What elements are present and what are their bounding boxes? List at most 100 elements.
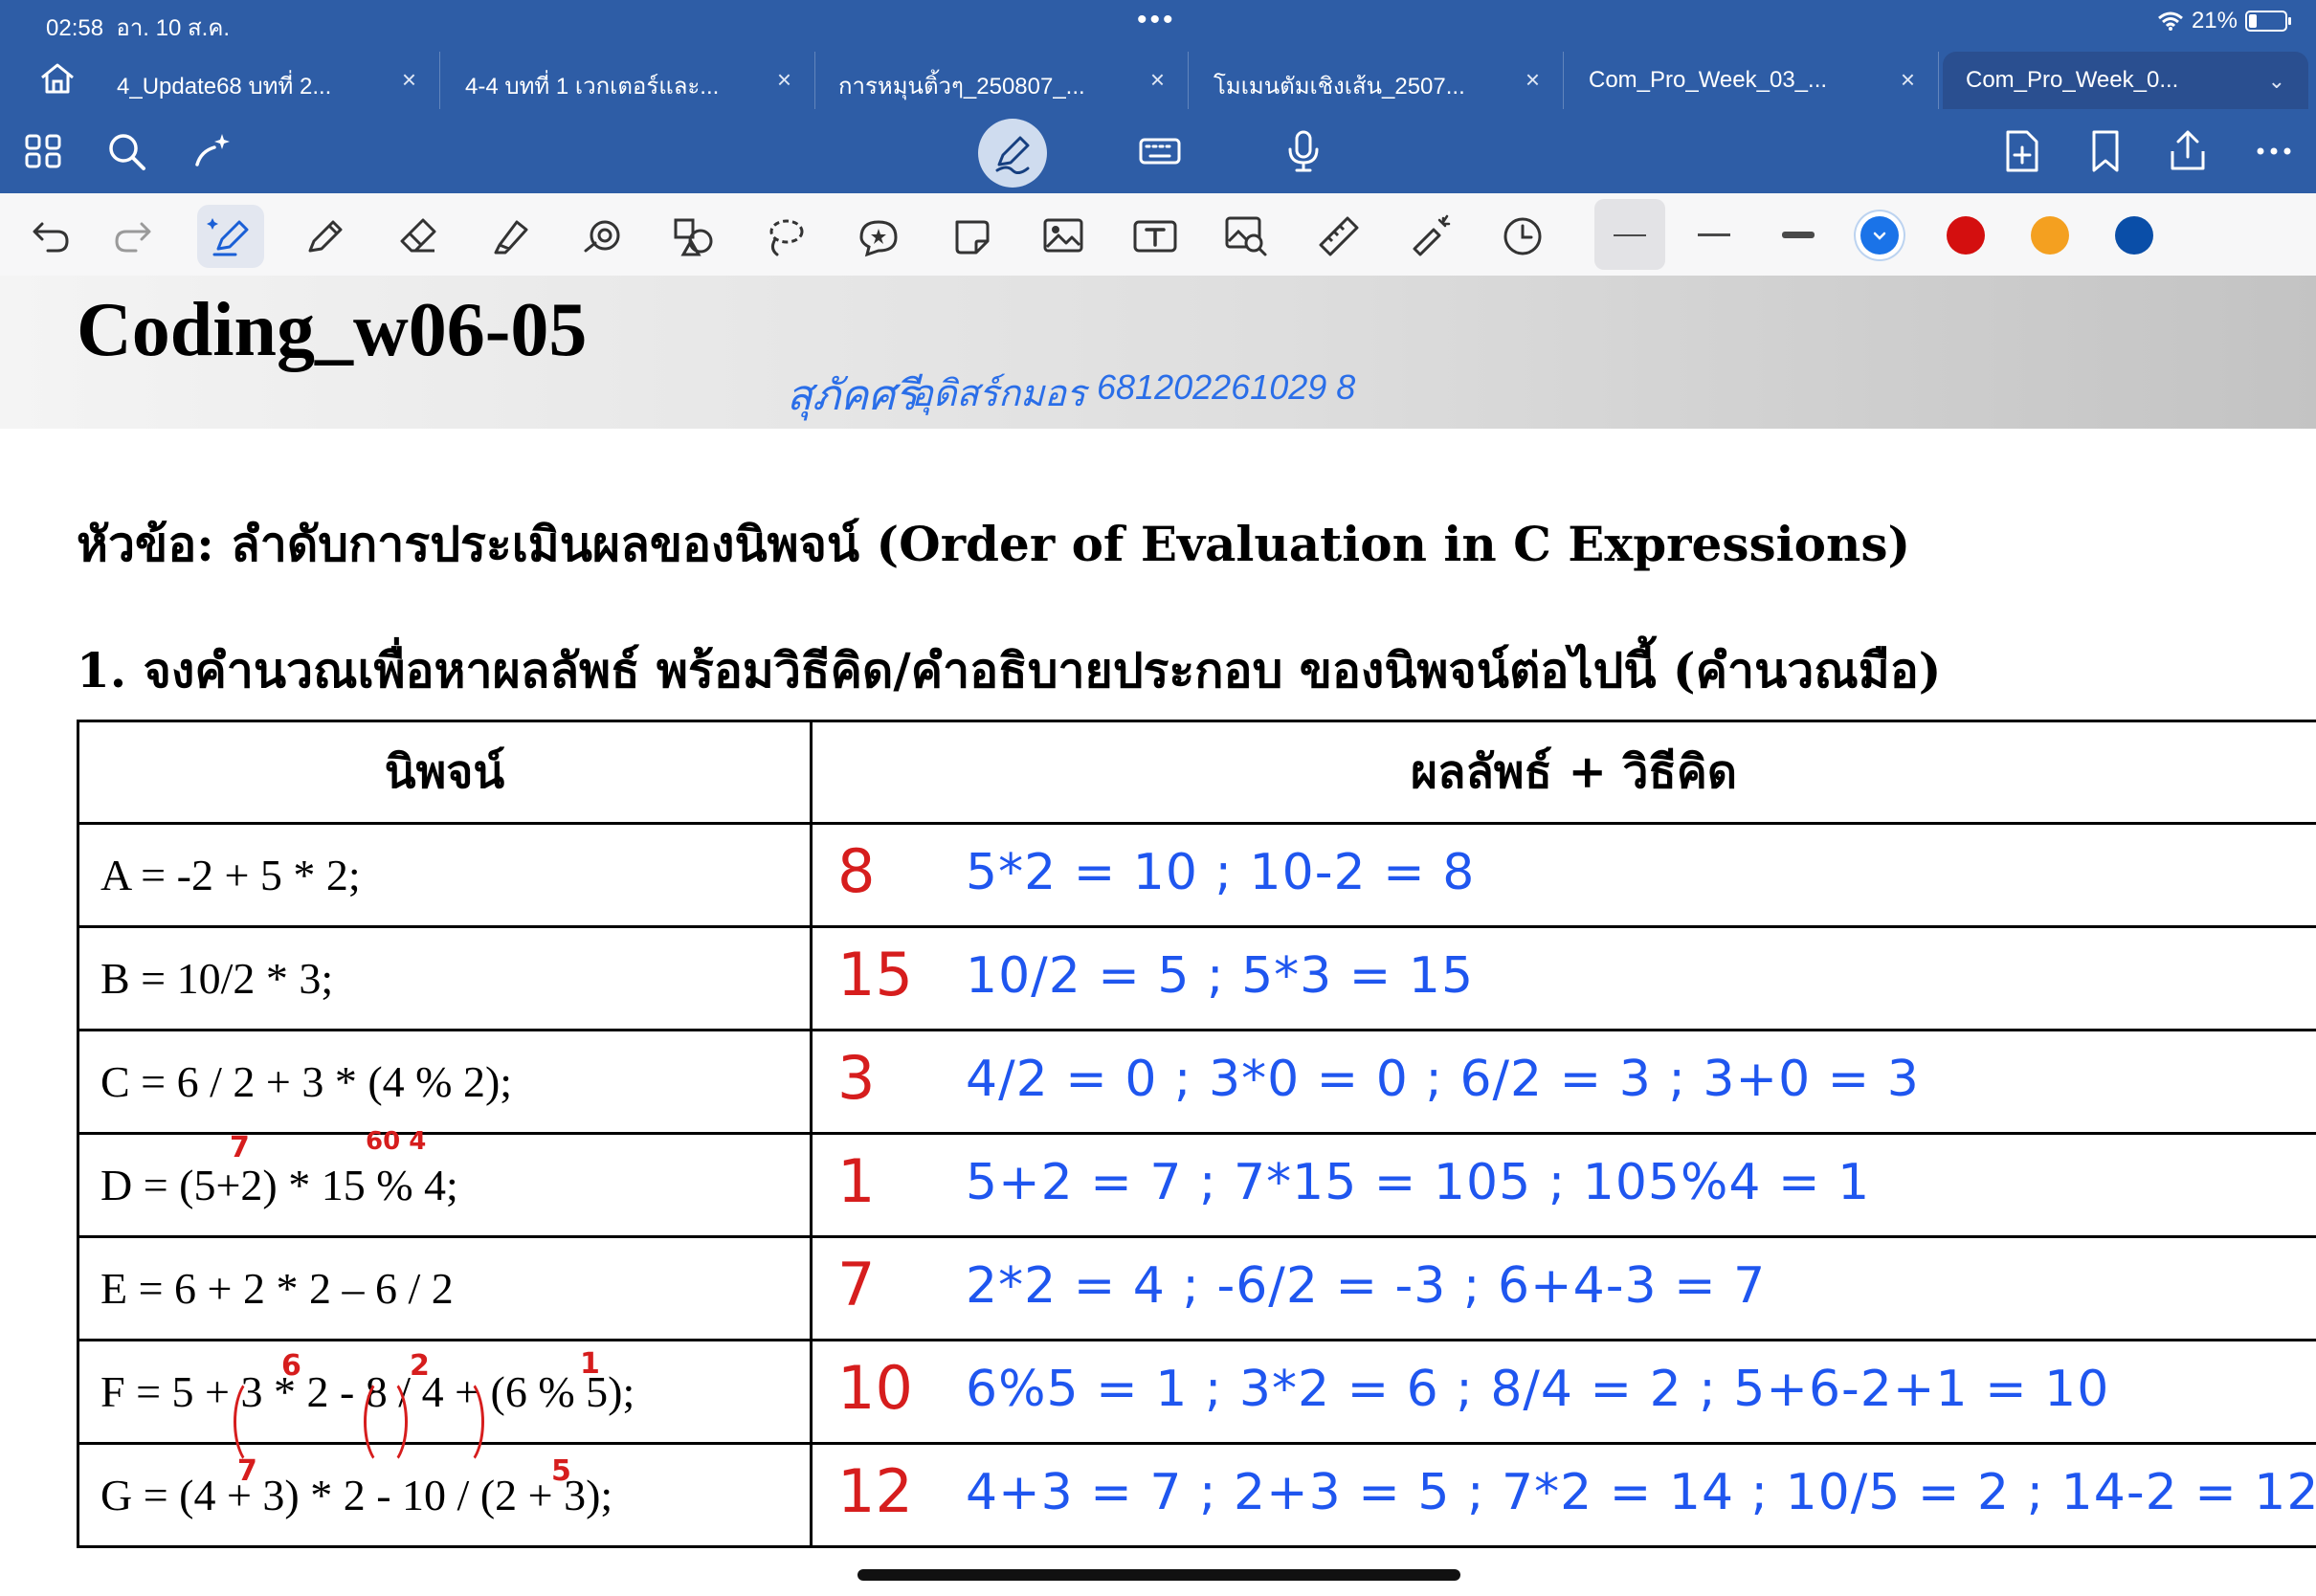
magic-wand-icon[interactable] (188, 126, 237, 176)
color-swatch-navy[interactable] (2115, 216, 2153, 255)
shape-recognition-icon[interactable] (578, 212, 626, 260)
table-row: G = (4 + 3) * 2 - 10 / (2 + 3); 12 4+3 = … (77, 1442, 2316, 1548)
answer-cell: 7 2*2 = 4 ; -6/2 = -3 ; 6+4-3 = 7 (810, 1235, 2316, 1341)
table-row: A = -2 + 5 * 2; 8 5*2 = 10 ; 10-2 = 8 (77, 822, 2316, 928)
close-icon[interactable]: × (777, 65, 791, 95)
header-expression: นิพจน์ (77, 720, 813, 825)
bookmark-icon[interactable] (2081, 126, 2130, 176)
tab-1[interactable]: 4_Update68 บทที่ 2... × (94, 52, 440, 109)
note-g-sum-right: 5 (551, 1454, 571, 1488)
home-indicator[interactable] (857, 1569, 1460, 1581)
grid-icon[interactable] (19, 126, 69, 176)
tab-6-active[interactable]: Com_Pro_Week_0... ⌄ (1943, 52, 2308, 109)
history-icon[interactable] (1499, 212, 1547, 260)
final-answer: 15 (837, 940, 913, 1009)
battery-icon (2245, 11, 2291, 32)
answer-cell: 1 5+2 = 7 ; 7*15 = 105 ; 105%4 = 1 (810, 1132, 2316, 1238)
final-answer: 8 (837, 836, 876, 906)
expression-cell: E = 6 + 2 * 2 – 6 / 2 (77, 1235, 813, 1341)
lasso-icon[interactable] (762, 212, 810, 260)
text-box-icon[interactable] (1131, 212, 1179, 260)
note-d-sum: 7 (230, 1131, 250, 1164)
final-answer: 1 (837, 1146, 876, 1216)
header-result: ผลลัพธ์ + วิธีคิด (810, 720, 2316, 825)
expression-cell: G = (4 + 3) * 2 - 10 / (2 + 3); (77, 1442, 813, 1548)
working: 6%5 = 1 ; 3*2 = 6 ; 8/4 = 2 ; 5+6-2+1 = … (966, 1361, 2110, 1418)
final-answer: 12 (837, 1456, 913, 1526)
working: 5+2 = 7 ; 7*15 = 105 ; 105%4 = 1 (966, 1154, 1871, 1211)
expression-cell: A = -2 + 5 * 2; (77, 822, 813, 928)
tab-2[interactable]: 4-4 บทที่ 1 เวกเตอร์และ... × (442, 52, 815, 109)
add-page-icon[interactable] (1996, 126, 2046, 176)
redo-icon[interactable] (109, 212, 157, 260)
eraser-icon[interactable] (394, 212, 442, 260)
image-search-icon[interactable] (1223, 212, 1271, 260)
handwritten-student-id: 681202261029 8 (1097, 367, 1356, 407)
chevron-down-icon (1873, 232, 1886, 240)
app-toolbar (0, 109, 2316, 193)
shapes-icon[interactable] (670, 212, 718, 260)
laser-pointer-icon[interactable] (1407, 212, 1455, 260)
color-swatch-red[interactable] (1947, 216, 1985, 255)
close-icon[interactable]: × (1525, 65, 1540, 95)
ruler-icon[interactable] (1315, 212, 1363, 260)
tab-bar: 4_Update68 บทที่ 2... × 4-4 บทที่ 1 เวกเต… (0, 44, 2316, 109)
working: 2*2 = 4 ; -6/2 = -3 ; 6+4-3 = 7 (966, 1257, 1767, 1315)
expression-cell: D = (5+2) * 15 % 4; (77, 1132, 813, 1238)
keyboard-icon[interactable] (1135, 126, 1185, 176)
working: 4/2 = 0 ; 3*0 = 0 ; 6/2 = 3 ; 3+0 = 3 (966, 1051, 1920, 1108)
note-f-quotient: 2 (410, 1349, 430, 1383)
medium-line-icon[interactable] (1698, 233, 1730, 236)
search-icon[interactable] (101, 126, 151, 176)
thick-line-icon[interactable] (1782, 232, 1815, 238)
home-icon[interactable] (38, 61, 77, 96)
question-heading: 1. จงคำนวณเพื่อหาผลลัพธ์ พร้อมวิธีคิด/คำ… (77, 642, 1942, 698)
tab-5[interactable]: Com_Pro_Week_03_... × (1566, 52, 1939, 109)
red-bracket-mark (364, 1376, 408, 1468)
topic-heading: หัวข้อ: ลำดับการประเมินผลของนิพจน์ (Orde… (77, 516, 1911, 572)
color-swatch-orange[interactable] (2031, 216, 2069, 255)
ai-pen-icon[interactable] (197, 205, 264, 268)
image-icon[interactable] (1039, 212, 1087, 260)
tab-label: การหมุนติ้วๆ_250807_... (838, 74, 1085, 100)
working: 10/2 = 5 ; 5*3 = 15 (966, 947, 1475, 1005)
close-icon[interactable]: × (1901, 65, 1915, 95)
close-icon[interactable]: × (1150, 65, 1165, 95)
expression-cell: C = 6 / 2 + 3 * (4 % 2); (77, 1029, 813, 1135)
tab-label: Com_Pro_Week_0... (1966, 67, 2179, 93)
highlighter-icon[interactable] (486, 212, 534, 260)
undo-icon[interactable] (27, 212, 75, 260)
expression-cell: B = 10/2 * 3; (77, 925, 813, 1031)
tab-4[interactable]: โมเมนตัมเชิงเส้น_2507... × (1191, 52, 1564, 109)
microphone-icon[interactable] (1279, 126, 1328, 176)
battery-percent: 21% (2191, 8, 2238, 33)
status-right: 21% (2157, 8, 2291, 34)
red-bracket-mark (234, 1376, 278, 1468)
wifi-icon (2157, 11, 2183, 31)
more-icon[interactable] (2249, 126, 2299, 176)
answer-cell: 8 5*2 = 10 ; 10-2 = 8 (810, 822, 2316, 928)
multitask-dots-icon[interactable]: ••• (1137, 4, 1176, 36)
table-header-row: นิพจน์ ผลลัพธ์ + วิธีคิด (77, 720, 2316, 825)
handwritten-first-name: สุภัคศรี (787, 372, 918, 419)
tab-label: 4-4 บทที่ 1 เวกเตอร์และ... (465, 74, 720, 100)
final-answer: 7 (837, 1250, 876, 1319)
share-icon[interactable] (2163, 126, 2213, 176)
handwritten-last-name: อุดิสร์กมอร (911, 374, 1086, 414)
document-title: Coding_w06-05 (77, 288, 588, 372)
pencil-icon[interactable] (301, 212, 348, 260)
pen-mode-icon[interactable] (978, 119, 1047, 188)
thin-line-icon (1614, 234, 1646, 236)
answer-cell: 10 6%5 = 1 ; 3*2 = 6 ; 8/4 = 2 ; 5+6-2+1 … (810, 1339, 2316, 1445)
tab-3[interactable]: การหมุนติ้วๆ_250807_... × (815, 52, 1189, 109)
answer-cell: 15 10/2 = 5 ; 5*3 = 15 (810, 925, 2316, 1031)
working: 4+3 = 7 ; 2+3 = 5 ; 7*2 = 14 ; 10/5 = 2 … (966, 1464, 2316, 1521)
note-d-product: 60 4 (366, 1127, 427, 1156)
chevron-down-icon[interactable]: ⌄ (2268, 69, 2285, 94)
tab-label: Com_Pro_Week_03_... (1589, 67, 1828, 93)
close-icon[interactable]: × (402, 65, 416, 95)
sticky-note-icon[interactable] (947, 212, 995, 260)
table-row: E = 6 + 2 * 2 – 6 / 2 7 2*2 = 4 ; -6/2 = … (77, 1235, 2316, 1341)
status-bar: 02:58 อา. 10 ส.ค. ••• 21% (0, 0, 2316, 44)
sticker-icon[interactable] (854, 212, 902, 260)
